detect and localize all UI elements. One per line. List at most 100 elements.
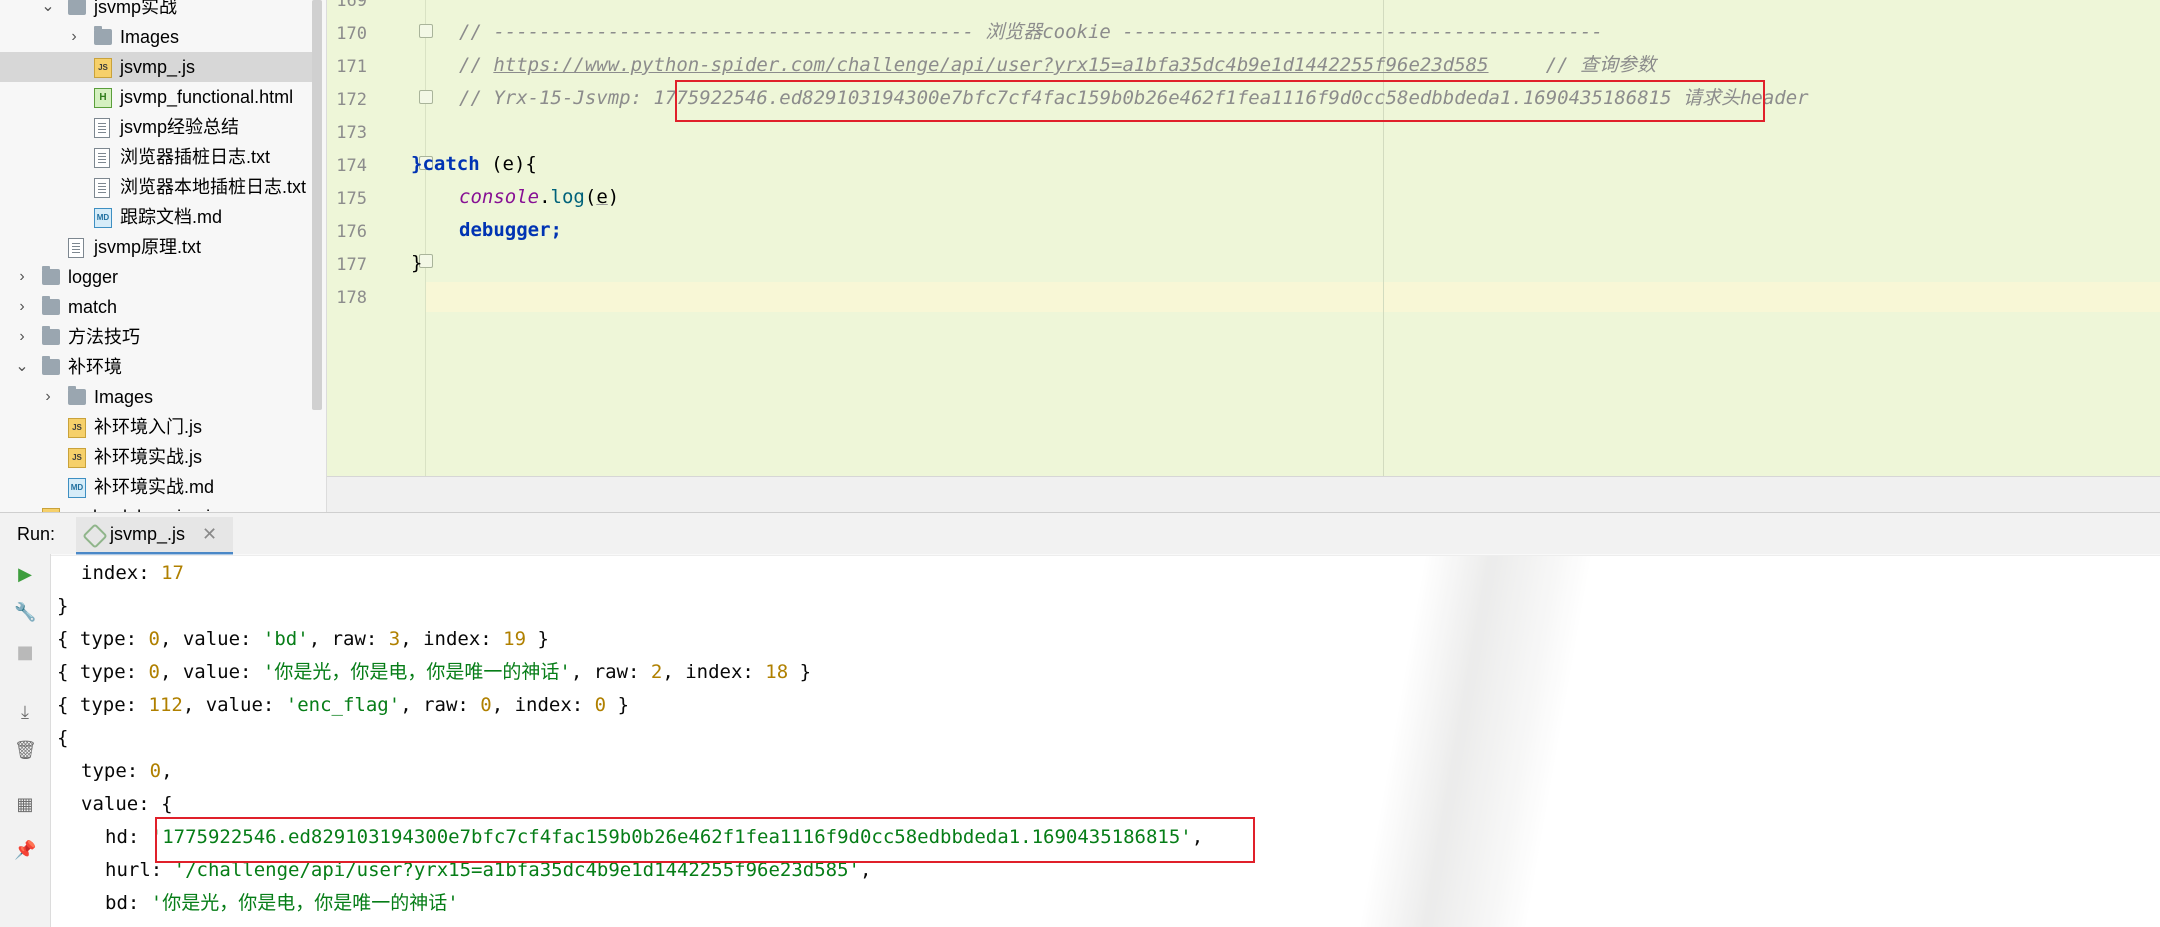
run-tab-jsvmp[interactable]: jsvmp_.js ✕: [76, 517, 234, 555]
console-line: {: [57, 727, 69, 749]
tree-item-label: Images: [94, 387, 154, 407]
file-file-icon: [68, 238, 84, 258]
js-file-icon: JS: [68, 418, 86, 438]
tree-item[interactable]: 浏览器插桩日志.txt: [0, 142, 312, 172]
html-file-icon: H: [94, 88, 112, 108]
tree-item-label: 补环境实战.md: [94, 477, 215, 497]
chevron-right-icon[interactable]: ›: [40, 382, 56, 412]
stop-icon[interactable]: ■: [14, 642, 36, 664]
tree-item[interactable]: › Images: [0, 22, 312, 52]
tree-item-label: 补环境入门.js: [94, 417, 202, 437]
console-line: hurl: '/challenge/api/user?yrx15=a1bfa35…: [105, 859, 872, 881]
panel-splitter[interactable]: [327, 476, 2160, 513]
line-number: 174: [336, 156, 367, 176]
file-file-icon: [94, 178, 110, 198]
console-line: { type: 0, value: '你是光，你是电，你是唯一的神话', raw…: [57, 661, 812, 683]
tree-item[interactable]: › 方法技巧: [0, 322, 312, 352]
code-line-171: // https://www.python-spider.com/challen…: [459, 54, 1657, 76]
line-number: 170: [336, 24, 367, 44]
folder-icon: [42, 266, 60, 285]
tree-item[interactable]: ⌄ jsvmp实战: [0, 0, 312, 22]
tree-item-label: 方法技巧: [68, 327, 140, 347]
console-line: value: {: [81, 793, 173, 815]
tree-item[interactable]: 浏览器本地插桩日志.txt: [0, 172, 312, 202]
console-output[interactable]: index: 17 } { type: 0, value: 'bd', raw:…: [51, 554, 2160, 927]
project-tree[interactable]: ⌄ jsvmp实战 › Images JS jsvmp_.js Hjsvmp_functio…: [0, 0, 327, 512]
code-line-172: // Yrx-15-Jsvmp: 1775922546.ed8291031943…: [459, 87, 1809, 109]
tree-item[interactable]: › logger: [0, 262, 312, 292]
fold-marker-icon[interactable]: [419, 24, 433, 38]
code-line-174: }catch (e){: [411, 153, 537, 175]
tree-item[interactable]: JS 补环境入门.js: [0, 412, 312, 442]
line-number: 178: [336, 288, 367, 308]
tree-item[interactable]: MD 跟踪文档.md: [0, 202, 312, 232]
wrench-icon[interactable]: 🔧: [14, 602, 36, 624]
file-file-icon: [94, 148, 110, 168]
chevron-right-icon[interactable]: ›: [66, 22, 82, 52]
tree-item-label: 补环境实战.js: [94, 447, 202, 467]
line-number: 176: [336, 222, 367, 242]
line-number: 173: [336, 123, 367, 143]
tree-item[interactable]: Hjsvmp_functional.html: [0, 82, 312, 112]
tree-item-label: jsvmp原理.txt: [94, 237, 202, 257]
console-line: index: 17: [81, 562, 184, 584]
editor-gutter: 169 170 171 172 173 174 175 176 177 178: [327, 0, 433, 476]
code-line-176: debugger;: [459, 219, 562, 241]
console-line: type: 0,: [81, 760, 173, 782]
layout-icon[interactable]: ▦: [14, 794, 36, 816]
line-number: 172: [336, 90, 367, 110]
tree-item-label: 浏览器插桩日志.txt: [120, 147, 271, 167]
tree-item[interactable]: JS jsvmp_.js: [0, 52, 312, 82]
fold-marker-icon[interactable]: [419, 90, 433, 104]
tree-item-label: 跟踪文档.md: [120, 207, 223, 227]
md-file-icon: MD: [68, 478, 86, 498]
chevron-right-icon[interactable]: ›: [14, 292, 30, 322]
tree-item[interactable]: JS 补环境实战.js: [0, 442, 312, 472]
folder-icon: [68, 386, 86, 405]
js-file-icon: JS: [68, 448, 86, 468]
folder-icon: [42, 356, 60, 375]
code-line-170: // -------------------------------------…: [459, 21, 1603, 43]
tree-item[interactable]: jsvmp经验总结: [0, 112, 312, 142]
chevron-right-icon[interactable]: ›: [14, 322, 30, 352]
file-file-icon: [94, 118, 110, 138]
tree-item-label: 补环境: [68, 357, 122, 377]
tree-item[interactable]: › Images: [0, 382, 312, 412]
tree-item-label: 浏览器本地插桩日志.txt: [120, 177, 307, 197]
tree-item-label: Images: [120, 27, 180, 47]
run-tab-label: jsvmp_.js: [110, 524, 186, 544]
tree-item[interactable]: ⌄ 补环境: [0, 352, 312, 382]
tree-item-label: jsvmp_.js: [120, 57, 196, 77]
tree-item-label: jsvmp实战: [94, 0, 178, 17]
rerun-icon[interactable]: ▶: [14, 564, 36, 586]
folder-icon: [42, 296, 60, 315]
line-number: 169: [336, 0, 367, 11]
console-line: hd: '1775922546.ed829103194300e7bfc7cf4f…: [105, 826, 1204, 848]
run-side-toolbar: ▶ 🔧 ■ ⤓ 🗑 ▦ 📌: [0, 554, 51, 927]
line-number: 177: [336, 255, 367, 275]
chevron-down-icon[interactable]: ⌄: [14, 352, 30, 382]
chevron-down-icon[interactable]: ⌄: [40, 0, 56, 22]
console-line: }: [57, 595, 69, 617]
scroll-to-end-icon[interactable]: ⤓: [14, 702, 36, 724]
tree-scrollbar[interactable]: [312, 0, 322, 410]
tree-item[interactable]: › match: [0, 292, 312, 322]
code-editor[interactable]: 169 170 171 172 173 174 175 176 177 178 // ------…: [327, 0, 2160, 476]
pin-icon[interactable]: 📌: [14, 840, 36, 862]
js-file-icon: JS: [94, 58, 112, 78]
tree-item-label: jsvmp经验总结: [120, 117, 240, 137]
chevron-right-icon[interactable]: ›: [14, 262, 30, 292]
trash-icon[interactable]: 🗑: [14, 740, 37, 762]
tree-item[interactable]: MD 补环境实战.md: [0, 472, 312, 502]
console-line: bd: '你是光，你是电，你是唯一的神话': [105, 892, 459, 914]
folder-icon: [42, 326, 60, 345]
line-number: 171: [336, 57, 367, 77]
console-line: { type: 0, value: 'bd', raw: 3, index: 1…: [57, 628, 549, 650]
url-link[interactable]: https://www.python-spider.com/challenge/…: [493, 54, 1488, 76]
code-line-177: }: [411, 252, 423, 274]
tree-item[interactable]: jsvmp原理.txt: [0, 232, 312, 262]
tree-item[interactable]: JScode_debugging.js: [0, 502, 312, 512]
line-number: 175: [336, 189, 367, 209]
current-line-highlight: [327, 282, 2160, 312]
close-icon[interactable]: ✕: [202, 524, 217, 544]
